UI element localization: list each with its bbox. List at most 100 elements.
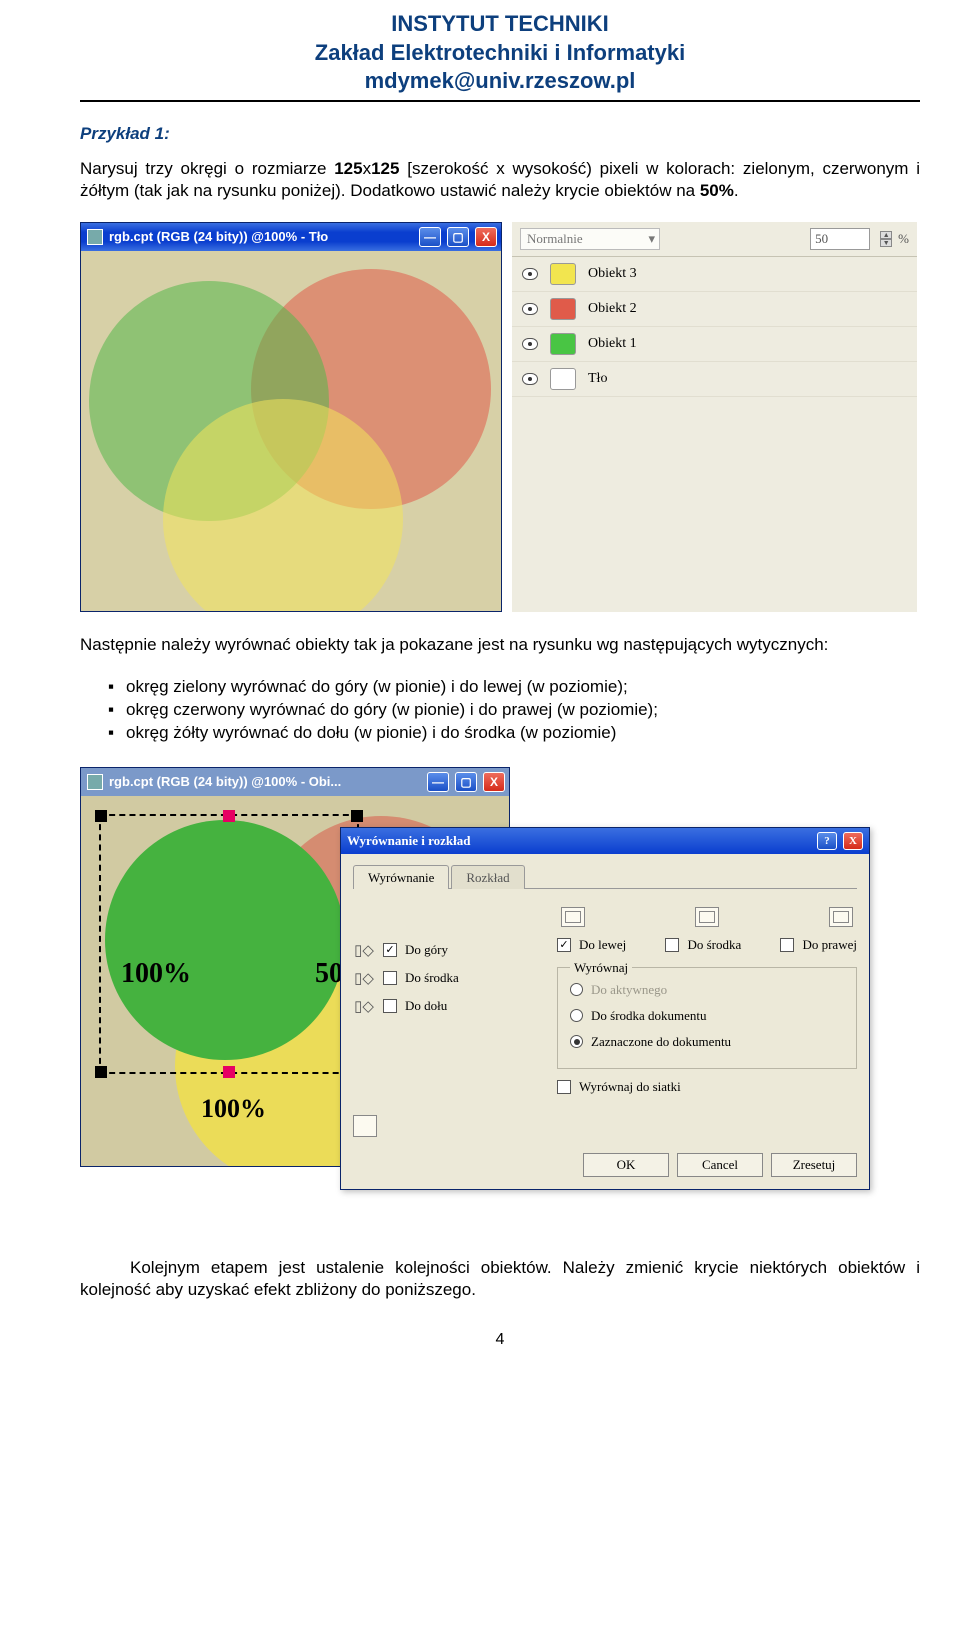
visibility-icon[interactable] [522,268,538,280]
app-icon [87,774,103,790]
figure-1: rgb.cpt (RGB (24 bity)) @100% - Tło — ▢ … [80,222,920,612]
opt-label: Do lewej [579,937,626,953]
dialog-titlebar[interactable]: Wyrównanie i rozkład ? X [341,828,869,854]
paragraph-1: Narysuj trzy okręgi o rozmiarze 125x125 … [80,158,920,202]
close-button[interactable]: X [475,227,497,247]
dialog-body: Wyrównanie Rozkład ▯◇ ✓ Do góry ▯◇ [341,854,869,1189]
opt-label: Do dołu [405,998,447,1014]
opt-label: Do środka [687,937,741,953]
example-heading: Przykład 1: [80,124,920,144]
layer-row[interactable]: Obiekt 2 [512,292,917,327]
overlay-label: 100% [201,1094,266,1124]
window-titlebar[interactable]: rgb.cpt (RGB (24 bity)) @100% - Tło — ▢ … [81,223,501,251]
checkbox[interactable] [557,1080,571,1094]
overlay-label: 50 [315,958,343,990]
paragraph-3: Kolejnym etapem jest ustalenie kolejnośc… [80,1257,920,1301]
blend-mode-value: Normalnie [527,231,583,247]
checkbox[interactable] [665,938,679,952]
visibility-icon[interactable] [522,373,538,385]
window-titlebar-2[interactable]: rgb.cpt (RGB (24 bity)) @100% - Obi... —… [81,768,509,796]
align-to-grid-option[interactable]: Wyrównaj do siatki [557,1079,857,1095]
layer-swatch-green [550,333,576,355]
header-line-1: INSTYTUT TECHNIKI [80,10,920,39]
opt-label: Do góry [405,942,448,958]
panel-top-bar: Normalnie ▾ 50 ▲ ▼ % [512,222,917,257]
layer-row[interactable]: Obiekt 3 [512,257,917,292]
dropdown-arrow-icon: ▾ [648,231,655,247]
canvas-area[interactable] [81,251,501,611]
radio[interactable] [570,1035,583,1048]
dialog-settings-icon[interactable] [353,1115,377,1137]
spinner-buttons[interactable]: ▲ ▼ [880,231,892,247]
checkbox[interactable]: ✓ [383,943,397,957]
checkbox[interactable] [383,999,397,1013]
align-right-icon [829,907,853,927]
help-button[interactable]: ? [817,832,837,850]
opt-label: Do aktywnego [591,982,667,998]
header-line-3: mdymek@univ.rzeszow.pl [80,67,920,96]
paragraph-2: Następnie należy wyrównać obiekty tak ja… [80,634,920,656]
opacity-spinner[interactable]: 50 [810,228,870,250]
bullet-item: okręg czerwony wyrównać do góry (w pioni… [108,699,920,722]
selection-handle[interactable] [351,810,363,822]
selection-marquee[interactable] [99,814,359,1074]
close-button[interactable]: X [483,772,505,792]
selection-handle[interactable] [95,810,107,822]
minimize-button[interactable]: — [419,227,441,247]
window-title-2: rgb.cpt (RGB (24 bity)) @100% - Obi... [109,774,341,789]
dialog-title: Wyrównanie i rozkład [347,833,471,849]
selection-handle[interactable] [95,1066,107,1078]
align-middle-icon: ▯◇ [353,969,375,987]
visibility-icon[interactable] [522,338,538,350]
align-middle-option[interactable]: ▯◇ Do środka [353,969,543,987]
align-to-doc-center-option[interactable]: Do środka dokumentu [570,1008,844,1024]
opt-label: Wyrównaj do siatki [579,1079,681,1095]
cancel-button[interactable]: Cancel [677,1153,763,1177]
align-to-active-option: Do aktywnego [570,982,844,998]
align-center-option[interactable]: Do środka [665,937,741,953]
spinner-up-icon[interactable]: ▲ [880,231,892,239]
align-left-option[interactable]: ✓ Do lewej [557,937,626,953]
tab-distribute[interactable]: Rozkład [451,865,524,889]
layer-row[interactable]: Obiekt 1 [512,327,917,362]
visibility-icon[interactable] [522,303,538,315]
layer-name: Obiekt 1 [588,336,637,352]
layer-swatch-bg [550,368,576,390]
checkbox[interactable] [383,971,397,985]
p1-end: . [734,181,739,200]
layer-name: Obiekt 2 [588,301,637,317]
blend-mode-combo[interactable]: Normalnie ▾ [520,228,660,250]
radio[interactable] [570,1009,583,1022]
align-bottom-option[interactable]: ▯◇ Do dołu [353,997,543,1015]
selection-handle[interactable] [223,810,235,822]
align-selected-to-doc-option[interactable]: Zaznaczone do dokumentu [570,1034,844,1050]
align-dialog: Wyrównanie i rozkład ? X Wyrównanie Rozk… [340,827,870,1190]
align-top-icon: ▯◇ [353,941,375,959]
tab-align[interactable]: Wyrównanie [353,865,449,889]
canvas-window: rgb.cpt (RGB (24 bity)) @100% - Tło — ▢ … [80,222,502,612]
maximize-button[interactable]: ▢ [455,772,477,792]
app-icon [87,229,103,245]
checkbox[interactable] [780,938,794,952]
reset-button[interactable]: Zresetuj [771,1153,857,1177]
align-top-option[interactable]: ▯◇ ✓ Do góry [353,941,543,959]
bullet-item: okręg zielony wyrównać do góry (w pionie… [108,676,920,699]
ok-button[interactable]: OK [583,1153,669,1177]
opt-label: Do środka dokumentu [591,1008,707,1024]
layer-name: Tło [588,371,607,387]
spinner-down-icon[interactable]: ▼ [880,239,892,247]
checkbox[interactable]: ✓ [557,938,571,952]
opt-label: Do prawej [802,937,857,953]
bullet-item: okręg żółty wyrównać do dołu (w pionie) … [108,722,920,745]
align-bottom-icon: ▯◇ [353,997,375,1015]
layer-name: Obiekt 3 [588,266,637,282]
close-button[interactable]: X [843,832,863,850]
selection-handle[interactable] [223,1066,235,1078]
align-right-option[interactable]: Do prawej [780,937,857,953]
layer-row[interactable]: Tło [512,362,917,397]
document-header: INSTYTUT TECHNIKI Zakład Elektrotechniki… [80,10,920,102]
p1-x: x [363,159,372,178]
p1-size-1: 125 [334,159,362,178]
maximize-button[interactable]: ▢ [447,227,469,247]
minimize-button[interactable]: — [427,772,449,792]
